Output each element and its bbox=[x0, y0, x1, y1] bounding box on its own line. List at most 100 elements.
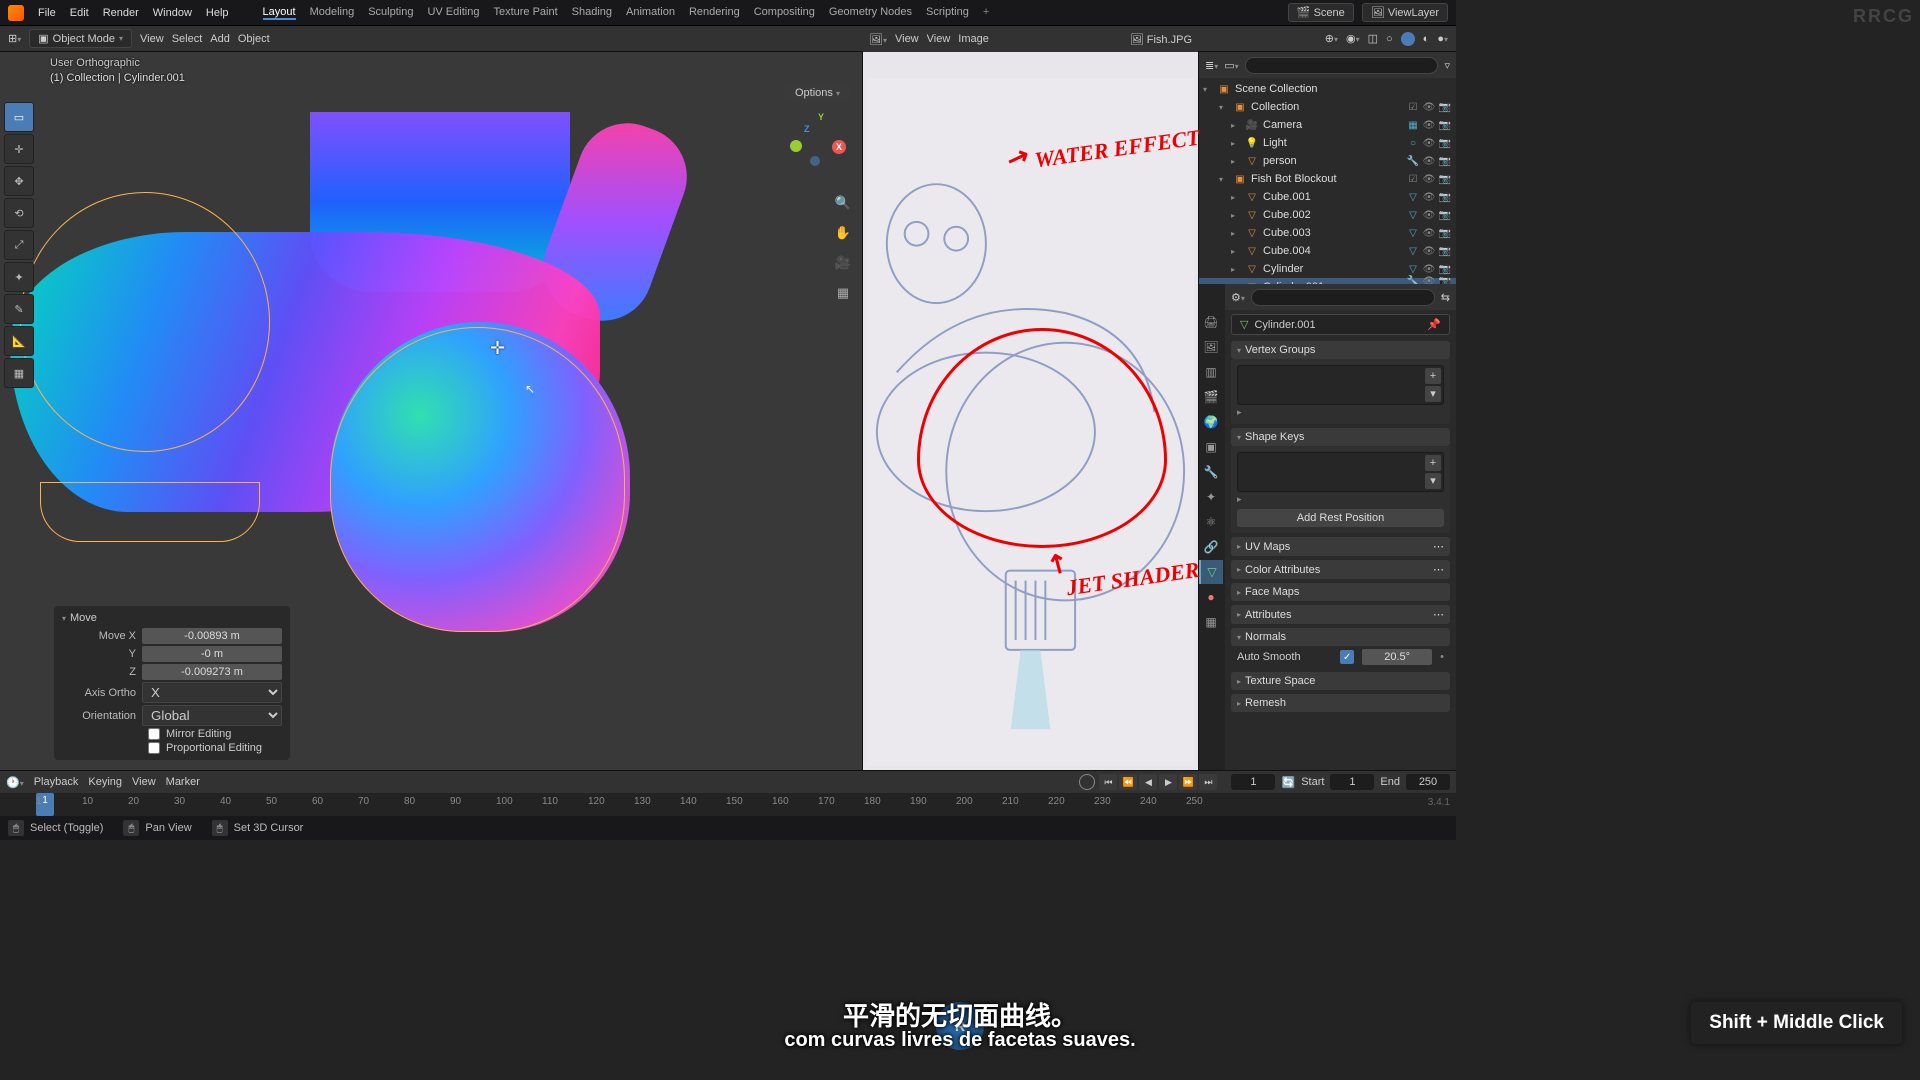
move-z-value[interactable]: -0.009273 m bbox=[142, 664, 282, 680]
viewlayer-selector[interactable]: 🖼 ViewLayer bbox=[1362, 3, 1448, 22]
add-workspace-icon[interactable]: + bbox=[983, 6, 989, 20]
tab-compositing[interactable]: Compositing bbox=[754, 6, 815, 20]
overlay-toggle-icon[interactable]: ◉▾ bbox=[1346, 32, 1360, 45]
move-x-value[interactable]: -0.00893 m bbox=[142, 628, 282, 644]
editor-type-icon[interactable]: ⊞▾ bbox=[8, 32, 21, 45]
mirror-editing-checkbox[interactable] bbox=[148, 728, 160, 740]
ie-menu-image[interactable]: Image bbox=[958, 33, 989, 45]
sync-icon[interactable]: 🔄 bbox=[1281, 776, 1295, 789]
chevron-down-icon[interactable]: ▾ bbox=[62, 614, 66, 623]
select-box-tool[interactable]: ▭ bbox=[4, 102, 34, 132]
tl-menu-marker[interactable]: Marker bbox=[166, 776, 200, 788]
tab-layout[interactable]: Layout bbox=[263, 6, 296, 20]
proportional-editing-checkbox[interactable] bbox=[148, 742, 160, 754]
tab-output[interactable]: 🖼 bbox=[1199, 335, 1223, 359]
tab-object[interactable]: ▣ bbox=[1199, 435, 1223, 459]
menu-edit[interactable]: Edit bbox=[70, 7, 89, 19]
tl-menu-keying[interactable]: Keying bbox=[88, 776, 122, 788]
tab-sculpting[interactable]: Sculpting bbox=[368, 6, 413, 20]
axis-ortho-select[interactable]: X bbox=[142, 682, 282, 703]
start-frame[interactable]: 1 bbox=[1330, 774, 1374, 790]
object-data-name[interactable]: ▽ Cylinder.001 📌 bbox=[1231, 314, 1450, 335]
menu-object[interactable]: Object bbox=[238, 33, 270, 45]
properties-type-icon[interactable]: ⚙▾ bbox=[1231, 291, 1245, 304]
jump-start-icon[interactable]: ⏮ bbox=[1099, 774, 1117, 790]
annotate-tool[interactable]: ✎ bbox=[4, 294, 34, 324]
pin-toggle-icon[interactable]: 📌 bbox=[1427, 318, 1441, 331]
mode-selector[interactable]: ▣ Object Mode ▾ bbox=[29, 29, 132, 48]
outliner-cube002[interactable]: ▸▽Cube.002▽👁📷 bbox=[1199, 206, 1456, 224]
orientation-select[interactable]: Global bbox=[142, 705, 282, 726]
auto-smooth-angle[interactable]: 20.5° bbox=[1362, 649, 1432, 665]
menu-window[interactable]: Window bbox=[153, 7, 192, 19]
xray-icon[interactable]: ◫ bbox=[1368, 32, 1378, 45]
tab-scripting[interactable]: Scripting bbox=[926, 6, 969, 20]
tab-viewlayer[interactable]: ▥ bbox=[1199, 360, 1223, 384]
image-selector[interactable]: 🖼 Fish.JPG bbox=[1130, 33, 1192, 46]
tab-material[interactable]: ● bbox=[1199, 585, 1223, 609]
navigation-gizmo[interactable]: Y Z X bbox=[790, 112, 850, 172]
panel-vertex-groups[interactable]: ▾Vertex Groups bbox=[1231, 341, 1450, 359]
tab-modeling[interactable]: Modeling bbox=[310, 6, 355, 20]
panel-uv-maps[interactable]: ▸UV Maps⋯ bbox=[1231, 537, 1450, 556]
pin-icon[interactable]: ⇆ bbox=[1441, 291, 1450, 304]
outliner-light[interactable]: ▸💡Light○👁📷 bbox=[1199, 134, 1456, 152]
panel-texture-space[interactable]: ▸Texture Space bbox=[1231, 672, 1450, 690]
shading-render-icon[interactable]: ●▾ bbox=[1437, 33, 1448, 45]
play-icon[interactable]: ▶ bbox=[1159, 774, 1177, 790]
panel-remesh[interactable]: ▸Remesh bbox=[1231, 694, 1450, 712]
tab-animation[interactable]: Animation bbox=[626, 6, 675, 20]
outliner-cube003[interactable]: ▸▽Cube.003▽👁📷 bbox=[1199, 224, 1456, 242]
outliner-scene-collection[interactable]: ▾▣Scene Collection bbox=[1199, 80, 1456, 98]
tl-menu-view[interactable]: View bbox=[132, 776, 156, 788]
viewport-options[interactable]: Options ▾ bbox=[785, 84, 850, 102]
shading-wire-icon[interactable]: ○ bbox=[1386, 33, 1393, 45]
move-y-value[interactable]: -0 m bbox=[142, 646, 282, 662]
scene-selector[interactable]: 🎬 Scene bbox=[1288, 3, 1354, 22]
shape-keys-list[interactable]: +▾ bbox=[1237, 452, 1444, 492]
ie-menu-view[interactable]: View bbox=[895, 33, 919, 45]
panel-attributes[interactable]: ▸Attributes⋯ bbox=[1231, 605, 1450, 624]
menu-render[interactable]: Render bbox=[103, 7, 139, 19]
tab-world[interactable]: 🌍 bbox=[1199, 410, 1223, 434]
gizmo-toggle-icon[interactable]: ⊕▾ bbox=[1325, 32, 1338, 45]
ie-menu-view2[interactable]: View bbox=[927, 33, 951, 45]
end-frame[interactable]: 250 bbox=[1406, 774, 1450, 790]
add-tool[interactable]: ▦ bbox=[4, 358, 34, 388]
autokey-icon[interactable] bbox=[1079, 774, 1095, 790]
panel-face-maps[interactable]: ▸Face Maps bbox=[1231, 583, 1450, 601]
scale-tool[interactable]: ⤢ bbox=[4, 230, 34, 260]
zoom-icon[interactable]: 🔍 bbox=[832, 192, 854, 214]
outliner-camera[interactable]: ▸🎥Camera▦👁📷 bbox=[1199, 116, 1456, 134]
outliner-collection[interactable]: ▾▣Collection☑👁📷 bbox=[1199, 98, 1456, 116]
auto-smooth-checkbox[interactable]: ✓ bbox=[1340, 650, 1354, 664]
keyframe-next-icon[interactable]: ⏩ bbox=[1179, 774, 1197, 790]
image-editor-type-icon[interactable]: 🖼▾ bbox=[869, 33, 887, 46]
move-tool[interactable]: ✥ bbox=[4, 166, 34, 196]
image-editor[interactable]: 🖼▾ View View Image 🖼 Fish.JPG 💉 ✎ bbox=[862, 52, 1198, 770]
outliner-person[interactable]: ▸▽person🔧👁📷 bbox=[1199, 152, 1456, 170]
tab-render[interactable]: 🖨 bbox=[1199, 310, 1223, 334]
pan-icon[interactable]: ✋ bbox=[832, 222, 854, 244]
tab-physics[interactable]: ⚛ bbox=[1199, 510, 1223, 534]
persp-ortho-icon[interactable]: ▦ bbox=[832, 282, 854, 304]
menu-file[interactable]: File bbox=[38, 7, 56, 19]
tab-shading[interactable]: Shading bbox=[572, 6, 612, 20]
filter-icon[interactable]: ▿ bbox=[1444, 59, 1450, 72]
panel-shape-keys[interactable]: ▾Shape Keys bbox=[1231, 428, 1450, 446]
panel-color-attrs[interactable]: ▸Color Attributes⋯ bbox=[1231, 560, 1450, 579]
expand-icon[interactable]: ▾ bbox=[1425, 386, 1441, 402]
measure-tool[interactable]: 📐 bbox=[4, 326, 34, 356]
transform-tool[interactable]: ✦ bbox=[4, 262, 34, 292]
play-reverse-icon[interactable]: ◀ bbox=[1139, 774, 1157, 790]
keyframe-prev-icon[interactable]: ⏪ bbox=[1119, 774, 1137, 790]
menu-add[interactable]: Add bbox=[210, 33, 230, 45]
outliner-cube004[interactable]: ▸▽Cube.004▽👁📷 bbox=[1199, 242, 1456, 260]
expand-icon-2[interactable]: ▾ bbox=[1425, 473, 1441, 489]
tab-rendering[interactable]: Rendering bbox=[689, 6, 740, 20]
outliner-cube001[interactable]: ▸▽Cube.001▽👁📷 bbox=[1199, 188, 1456, 206]
vertex-groups-list[interactable]: +▾ bbox=[1237, 365, 1444, 405]
camera-view-icon[interactable]: 🎥 bbox=[832, 252, 854, 274]
outliner-search[interactable] bbox=[1245, 57, 1439, 74]
jump-end-icon[interactable]: ⏭ bbox=[1199, 774, 1217, 790]
